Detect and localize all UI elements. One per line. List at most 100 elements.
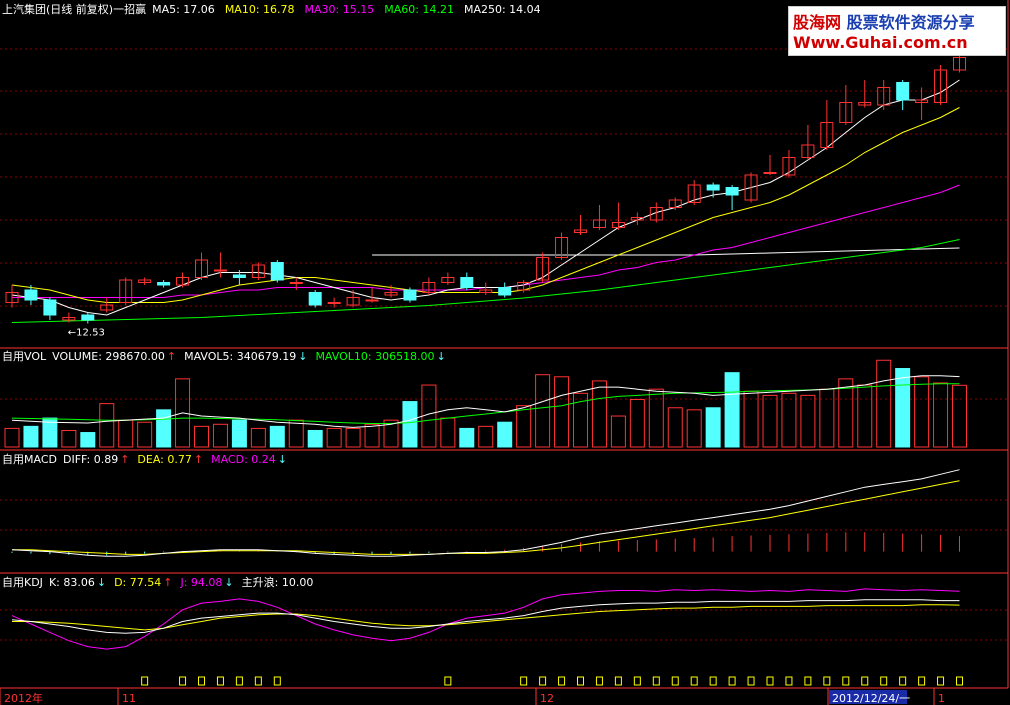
kdj-d-label: D: 77.54 <box>114 576 161 589</box>
signal-marker <box>918 676 926 686</box>
panel-headers: 上汽集团(日线 前复权)一招赢 MA5: 17.06 MA10: 16.78 MA30… <box>2 2 541 589</box>
signal-marker <box>235 676 243 686</box>
price-panel: ←12.53 <box>5 35 966 339</box>
macd-macd-label: MACD: 0.24 <box>211 453 276 466</box>
diff-line <box>11 469 960 557</box>
signal-marker <box>633 676 641 686</box>
k-line <box>11 599 960 634</box>
watermark-brand: 股海网 <box>793 13 842 32</box>
arrow-up-icon: ↑ <box>120 453 129 466</box>
signal-marker <box>861 676 869 686</box>
macd-title: 自用MACD <box>2 453 57 466</box>
watermark-logo: 股海网 股票软件资源分享 Www.Guhai.com.cn <box>788 6 1006 56</box>
arrow-up-icon: ↑ <box>194 453 203 466</box>
signal-marker <box>652 676 660 686</box>
candle-body <box>763 172 777 174</box>
volume-bar <box>364 423 380 448</box>
volume-bar <box>4 427 20 448</box>
time-label: 2012年 <box>4 691 43 705</box>
time-label: 11 <box>122 692 136 705</box>
signal-marker <box>766 676 774 686</box>
volume-bar <box>724 372 740 448</box>
kdj-主升浪-label: 主升浪: 10.00 <box>242 575 314 589</box>
signal-marker <box>804 676 812 686</box>
volume-bar <box>686 409 702 448</box>
signal-marker <box>956 676 963 686</box>
volume-bar <box>933 382 949 448</box>
signal-marker <box>198 676 205 686</box>
volume-bar <box>231 419 247 448</box>
volume-bar <box>535 374 551 448</box>
volume-bar <box>667 407 683 448</box>
candle-body <box>403 289 417 301</box>
signal-marker <box>671 676 679 686</box>
signal-marker <box>785 676 793 686</box>
low-price-annotation: ←12.53 <box>68 328 105 339</box>
volume-bar <box>478 425 494 448</box>
volume-mavol10-label: MAVOL10: 306518.00 <box>315 350 434 363</box>
price-ma10-label: MA10: 16.78 <box>225 3 295 16</box>
signal-marker <box>747 676 755 686</box>
candle-body <box>725 187 739 196</box>
volume-panel <box>4 359 967 448</box>
dea-line <box>12 480 960 555</box>
candle-body <box>270 262 284 281</box>
candle-body <box>308 292 322 306</box>
volume-volume-label: VOLUME: 298670.00 <box>52 350 165 363</box>
kdj-j-label: J: 94.08 <box>179 576 222 589</box>
candle-body <box>706 184 720 191</box>
candle-body <box>157 282 171 286</box>
volume-bar <box>876 359 892 448</box>
volume-bar <box>402 401 418 448</box>
stock-chart: ←12.53 2012年 11 12 2012/12/24/一 1 上汽集团(日线 前复… <box>0 0 1009 705</box>
kdj-k-label: K: 83.06 <box>49 576 95 589</box>
volume-bar <box>705 407 721 448</box>
ma10-line <box>11 107 960 303</box>
ma5-line <box>11 79 960 316</box>
signal-marker <box>728 676 736 686</box>
volume-bar <box>80 432 96 448</box>
volume-bar <box>137 421 153 448</box>
time-label: 2012/12/24/一 <box>832 692 910 705</box>
volume-bar <box>250 427 266 448</box>
candle-body <box>365 299 379 302</box>
volume-bar <box>61 429 77 448</box>
kdj-panel <box>11 588 963 686</box>
volume-bar <box>648 388 664 448</box>
volume-bar <box>326 427 342 448</box>
time-label: 12 <box>540 692 554 705</box>
macd-dea-label: DEA: 0.77 <box>137 453 191 466</box>
price-ma250-label: MA250: 14.04 <box>464 3 541 16</box>
volume-bar <box>269 425 285 448</box>
macd-panel <box>11 469 960 557</box>
signal-marker <box>444 676 452 686</box>
signal-marker <box>880 676 888 686</box>
signal-marker <box>823 676 831 686</box>
volume-bar <box>857 384 873 448</box>
volume-bar <box>895 368 911 448</box>
candle-body <box>460 277 474 288</box>
signal-marker <box>709 676 717 686</box>
volume-bar <box>819 388 835 448</box>
arrow-down-icon: ↓ <box>298 350 307 363</box>
volume-bar <box>156 409 172 448</box>
volume-bar <box>440 417 456 448</box>
volume-bar <box>629 399 645 448</box>
signal-marker <box>614 676 622 686</box>
price-ma60-label: MA60: 14.21 <box>384 3 454 16</box>
kdj-title: 自用KDJ <box>2 576 43 589</box>
arrow-down-icon: ↓ <box>224 576 233 589</box>
volume-bar <box>762 394 778 448</box>
candle-body <box>81 314 95 321</box>
volume-bar <box>591 380 607 448</box>
arrow-down-icon: ↓ <box>278 453 287 466</box>
time-axis: 2012年 11 12 2012/12/24/一 1 <box>0 688 945 705</box>
arrow-down-icon: ↓ <box>97 576 106 589</box>
signal-marker <box>254 676 262 686</box>
watermark-slogan: 股票软件资源分享 <box>846 13 975 32</box>
candle-body <box>43 299 57 316</box>
volume-bar <box>781 392 797 448</box>
signal-marker <box>690 676 698 686</box>
volume-bar <box>194 425 209 448</box>
signal-marker <box>179 676 187 686</box>
